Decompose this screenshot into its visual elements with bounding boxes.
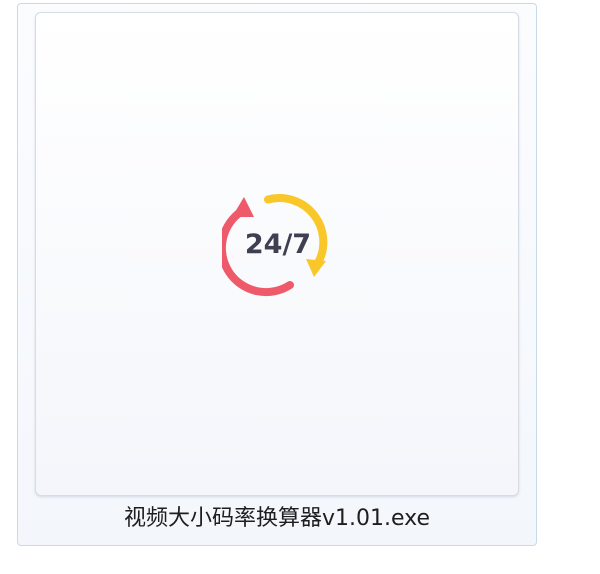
explorer-view: 24/7 视频大小码率换算器v1.01.exe (0, 0, 600, 574)
clock-24-7-icon: 24/7 (222, 187, 334, 299)
file-item-selected[interactable]: 24/7 视频大小码率换算器v1.01.exe (17, 3, 537, 546)
icon-label: 24/7 (245, 229, 311, 260)
red-arrow-head (232, 197, 254, 217)
file-name-label[interactable]: 视频大小码率换算器v1.01.exe (18, 504, 536, 534)
yellow-arrow-head (306, 259, 326, 277)
file-thumbnail: 24/7 (35, 12, 519, 496)
